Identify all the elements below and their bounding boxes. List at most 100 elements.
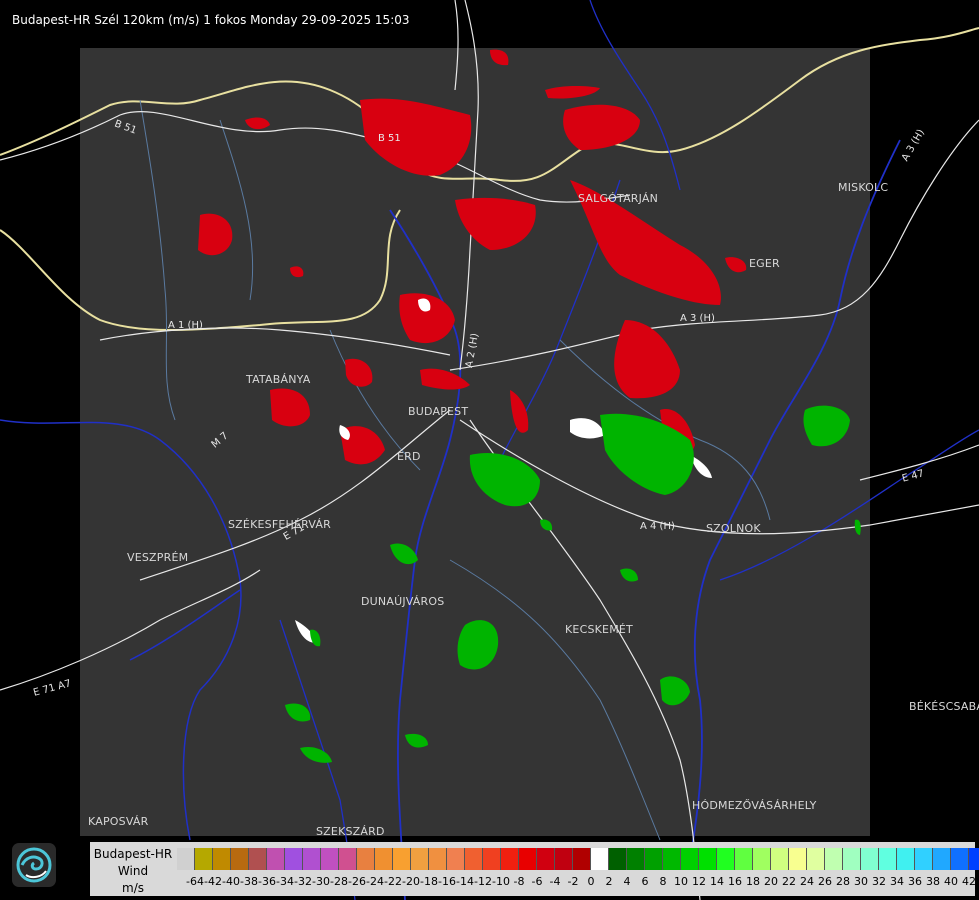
legend-swatch xyxy=(195,848,213,870)
legend-swatch xyxy=(357,848,375,870)
road-a1 xyxy=(99,327,451,356)
legend-tick-label: 38 xyxy=(926,875,940,888)
legend-tick-label: -20 xyxy=(402,875,420,888)
legend-swatch xyxy=(933,848,951,870)
legend-unit: m/s xyxy=(122,881,144,895)
legend-swatch xyxy=(825,848,843,870)
city-label-hodmezovasarhely: HÓDMEZŐVÁSÁRHELY xyxy=(692,799,817,812)
road-b51 xyxy=(0,111,631,203)
legend-swatch xyxy=(681,848,699,870)
legend-swatch xyxy=(699,848,717,870)
legend-tick-label: -14 xyxy=(456,875,474,888)
legend-swatch xyxy=(213,848,231,870)
city-label-bekescsaba: BÉKÉSCSABA xyxy=(909,700,979,713)
color-legend: Budapest-HR Wind m/s -64 -42 -40 -38 -36 -34-… xyxy=(90,842,979,896)
legend-tick-label: -64 xyxy=(186,875,204,888)
legend-swatch xyxy=(321,848,339,870)
legend-swatch xyxy=(879,848,897,870)
legend-swatches xyxy=(177,848,979,870)
county-line xyxy=(219,119,254,301)
road-label-a3: A 3 (H) xyxy=(680,313,715,324)
legend-swatch xyxy=(393,848,411,870)
legend-tick-label: -32 xyxy=(294,875,312,888)
city-label-veszprem: VESZPRÉM xyxy=(127,551,189,564)
legend-tick-label: -22 xyxy=(384,875,402,888)
legend-tick-label: 30 xyxy=(854,875,868,888)
legend-swatch xyxy=(627,848,645,870)
road-label-a4: A 4 (H) xyxy=(640,521,675,532)
legend-station: Budapest-HR xyxy=(93,847,173,861)
legend-swatch xyxy=(951,848,969,870)
legend-swatch xyxy=(645,848,663,870)
legend-swatch xyxy=(717,848,735,870)
legend-tick-label: -2 xyxy=(567,875,579,888)
legend-tick-label: 2 xyxy=(605,875,613,888)
legend-swatch xyxy=(609,848,627,870)
legend-tick-label: -12 xyxy=(474,875,492,888)
legend-tick-label: -18 xyxy=(420,875,438,888)
city-label-eger: EGER xyxy=(749,257,780,270)
county-line xyxy=(449,559,661,841)
legend-swatch xyxy=(339,848,357,870)
legend-tick-label: 16 xyxy=(728,875,742,888)
legend-swatch xyxy=(231,848,249,870)
legend-swatch xyxy=(861,848,879,870)
legend-swatch xyxy=(753,848,771,870)
legend-swatch xyxy=(483,848,501,870)
road-north xyxy=(454,0,459,91)
legend-tick-label: -28 xyxy=(330,875,348,888)
city-label-dunaujvaros: DUNAÚJVÁROS xyxy=(361,595,445,608)
legend-tick-label: -16 xyxy=(438,875,456,888)
wave-logo-icon xyxy=(16,847,52,883)
legend-tick-label: -8 xyxy=(513,875,525,888)
legend-tick-label: 8 xyxy=(659,875,667,888)
legend-tick-label: -40 xyxy=(222,875,240,888)
legend-swatch xyxy=(771,848,789,870)
river-secondary xyxy=(0,419,242,841)
legend-tick-label: -30 xyxy=(312,875,330,888)
city-label-miskolc: MISKOLC xyxy=(838,181,889,194)
city-label-erd: ÉRD xyxy=(397,450,421,463)
legend-tick-label: -24 xyxy=(366,875,384,888)
road-e71-a7 xyxy=(0,569,261,691)
legend-swatch xyxy=(375,848,393,870)
legend-swatch xyxy=(447,848,465,870)
legend-swatch xyxy=(501,848,519,870)
legend-tick-label: 42 xyxy=(962,875,976,888)
legend-swatch xyxy=(897,848,915,870)
legend-product: Wind xyxy=(117,864,149,878)
legend-tick-label: 26 xyxy=(818,875,832,888)
legend-tick-label: 22 xyxy=(782,875,796,888)
legend-tick-label: 20 xyxy=(764,875,778,888)
legend-tick-label: 10 xyxy=(674,875,688,888)
legend-tick-label: 14 xyxy=(710,875,724,888)
legend-swatch xyxy=(735,848,753,870)
legend-tick-label: 24 xyxy=(800,875,814,888)
legend-swatch xyxy=(465,848,483,870)
legend-swatch xyxy=(555,848,573,870)
legend-swatch xyxy=(303,848,321,870)
legend-tick-label: 0 xyxy=(587,875,595,888)
legend-tick-label: -36 xyxy=(258,875,276,888)
river-balaton xyxy=(129,589,241,661)
legend-swatch xyxy=(177,848,195,870)
radar-map xyxy=(0,0,979,900)
legend-tick-label: 4 xyxy=(623,875,631,888)
legend-tick-label: -34 xyxy=(276,875,294,888)
legend-swatch xyxy=(249,848,267,870)
legend-swatch xyxy=(591,848,609,870)
river-north xyxy=(589,0,681,191)
legend-swatch xyxy=(519,848,537,870)
legend-swatch xyxy=(843,848,861,870)
legend-tick-label: 36 xyxy=(908,875,922,888)
legend-swatch xyxy=(915,848,933,870)
legend-swatch xyxy=(789,848,807,870)
red-echoes xyxy=(198,49,747,465)
legend-swatch xyxy=(573,848,591,870)
road-label-a1: A 1 (H) xyxy=(168,320,203,331)
legend-tick-label: 32 xyxy=(872,875,886,888)
legend-tick-label: -10 xyxy=(492,875,510,888)
country-border xyxy=(0,27,979,182)
river-east xyxy=(719,429,979,581)
legend-swatch xyxy=(807,848,825,870)
